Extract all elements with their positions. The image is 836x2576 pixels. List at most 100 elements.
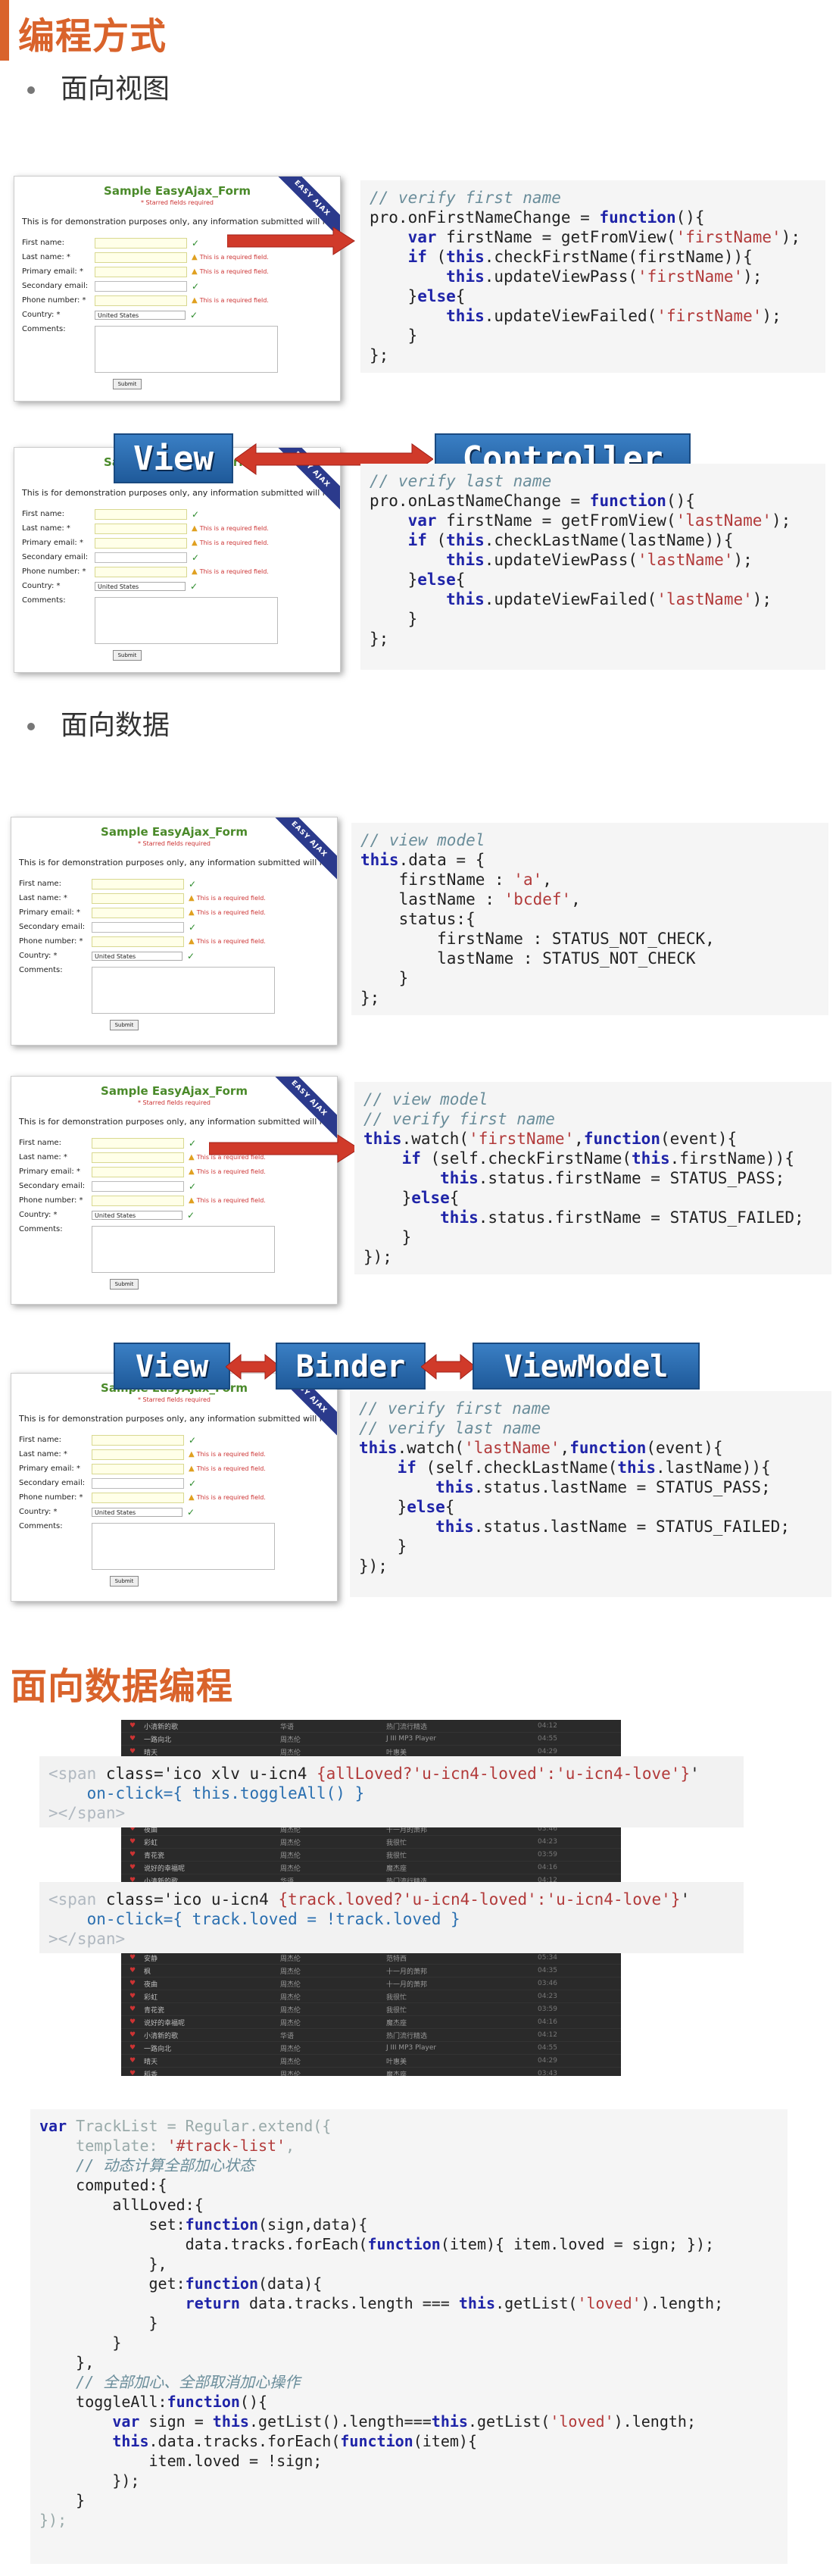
snippet-line: <span class='ico xlv u-icn4 {allLoved?'u… — [48, 1765, 700, 1783]
secondary-email-input[interactable] — [95, 280, 187, 292]
warning-icon: ▲ — [192, 296, 198, 305]
phone-input[interactable] — [92, 1195, 184, 1206]
table-row[interactable]: ♥安静 周杰伦 范特西 05:34 — [121, 1952, 621, 1965]
code-line: this.updateViewPass('lastName'); — [446, 551, 753, 569]
table-row[interactable]: ♥小清新的歌 华语 热门流行精选 04:12 — [121, 1720, 621, 1733]
form-row: Secondary email: ✓ — [19, 1477, 197, 1489]
secondary-email-input[interactable] — [92, 921, 184, 933]
last-name-input[interactable] — [92, 1152, 184, 1163]
primary-email-input[interactable] — [95, 537, 187, 549]
view-label-2: View — [114, 1343, 230, 1390]
first-name-input[interactable] — [92, 1434, 184, 1446]
cell: 03:43 — [538, 2070, 557, 2076]
form-row: Last name: * ▲ This is a required field. — [19, 1449, 266, 1460]
table-row[interactable]: ♥ 彩虹 周杰伦 我很忙 04:23 — [121, 1990, 621, 2003]
heart-icon[interactable]: ♥ — [121, 1838, 144, 1846]
heart-icon[interactable]: ♥ — [121, 1967, 144, 1974]
table-row[interactable]: ♥ 说好的幸福呢 周杰伦 魔杰座 04:16 — [121, 1862, 621, 1874]
last-name-input[interactable] — [92, 893, 184, 904]
code-line: }; — [360, 989, 380, 1007]
code-line: }else{ — [363, 1189, 460, 1207]
primary-email-input[interactable] — [92, 907, 184, 918]
submit-button[interactable]: Submit — [110, 1279, 139, 1290]
submit-button[interactable]: Submit — [110, 1020, 139, 1030]
phone-input[interactable] — [92, 936, 184, 947]
code-line: }, — [39, 2353, 95, 2371]
comments-textarea[interactable] — [95, 326, 278, 373]
last-name-input[interactable] — [95, 252, 187, 263]
table-row[interactable]: ♥晴天 周杰伦 叶惠美 04:29 — [121, 2055, 621, 2068]
secondary-email-input[interactable] — [95, 552, 187, 563]
table-row[interactable]: ♥小清新的歌 华语 热门流行精选 04:12 — [121, 2029, 621, 2042]
submit-button[interactable]: Submit — [113, 650, 142, 661]
last-name-input[interactable] — [92, 1449, 184, 1460]
country-select[interactable]: United States — [92, 1507, 182, 1517]
secondary-email-input[interactable] — [92, 1477, 184, 1489]
heart-icon[interactable]: ♥ — [121, 2018, 144, 2026]
cell: 我很忙 — [386, 1993, 407, 2002]
primary-email-input[interactable] — [92, 1166, 184, 1177]
country-select[interactable]: United States — [95, 310, 186, 320]
form-note: This is for demonstration purposes only,… — [19, 1117, 337, 1127]
table-row[interactable]: ♥ 青花瓷 周杰伦 我很忙 03:59 — [121, 1849, 621, 1862]
table-row[interactable]: ♥ 彩虹 周杰伦 我很忙 04:23 — [121, 1836, 621, 1849]
table-row[interactable]: ♥一路向北 周杰伦 J III MP3 Player 04:55 — [121, 1733, 621, 1746]
cell: J III MP3 Player — [386, 2044, 437, 2052]
warning-icon: ▲ — [189, 937, 195, 946]
country-select[interactable]: United States — [92, 951, 182, 961]
cell: 我很忙 — [386, 1852, 407, 1860]
heart-icon[interactable]: ♥ — [121, 1954, 144, 1962]
submit-button[interactable]: Submit — [110, 1576, 139, 1587]
country-select[interactable]: United States — [92, 1210, 182, 1220]
phone-input[interactable] — [95, 566, 187, 577]
first-name-input[interactable] — [95, 508, 187, 520]
table-row[interactable]: ♥ 夜曲 周杰伦 十一月的萧邦 03:46 — [121, 1977, 621, 1990]
heart-icon[interactable]: ♥ — [121, 1864, 144, 1871]
heart-icon[interactable]: ♥ — [121, 2070, 144, 2076]
last-name-input[interactable] — [95, 523, 187, 534]
heart-icon[interactable]: ♥ — [121, 2005, 144, 2013]
table-row[interactable]: ♥ 说好的幸福呢 周杰伦 魔杰座 04:16 — [121, 2016, 621, 2029]
title-accent-bar — [0, 0, 9, 61]
comments-textarea[interactable] — [92, 967, 275, 1014]
comments-textarea[interactable] — [92, 1523, 275, 1570]
form-row: Country: * United States ✓ — [22, 309, 198, 320]
heart-icon[interactable]: ♥ — [121, 2044, 144, 2052]
code-block-tracklist: var TrackList = Regular.extend({ templat… — [30, 2109, 788, 2564]
warning-icon: ▲ — [192, 567, 198, 576]
submit-button[interactable]: Submit — [113, 379, 142, 389]
heart-icon[interactable]: ♥ — [121, 2057, 144, 2065]
heart-icon[interactable]: ♥ — [121, 1722, 144, 1730]
first-name-input[interactable] — [92, 1137, 184, 1149]
table-row[interactable]: ♥稻香 周杰伦 魔杰座 03:43 — [121, 2068, 621, 2076]
heart-icon[interactable]: ♥ — [121, 1993, 144, 2000]
form-row: Secondary email: ✓ — [22, 552, 200, 563]
primary-email-input[interactable] — [95, 266, 187, 277]
heart-icon[interactable]: ♥ — [121, 1851, 144, 1859]
phone-input[interactable] — [92, 1492, 184, 1503]
comments-textarea[interactable] — [92, 1226, 275, 1273]
secondary-email-input[interactable] — [92, 1180, 184, 1192]
heart-icon[interactable]: ♥ — [121, 2031, 144, 2039]
table-row[interactable]: ♥ 青花瓷 周杰伦 我很忙 03:59 — [121, 2003, 621, 2016]
primary-email-input[interactable] — [92, 1463, 184, 1474]
cell: 一路向北 — [144, 2045, 172, 2053]
heart-icon[interactable]: ♥ — [121, 1735, 144, 1743]
code-line: // 动态计算全部加心状态 — [76, 2156, 255, 2174]
code-line: }else{ — [370, 571, 466, 589]
check-icon: ✓ — [190, 580, 198, 592]
code-line: if (self.checkFirstName(this.firstName))… — [401, 1149, 794, 1168]
table-row[interactable]: ♥枫 周杰伦 十一月的萧邦 04:35 — [121, 1965, 621, 1977]
first-name-input[interactable] — [95, 237, 187, 249]
heart-icon[interactable]: ♥ — [121, 1748, 144, 1755]
phone-input[interactable] — [95, 295, 187, 306]
heart-icon[interactable]: ♥ — [121, 1980, 144, 1987]
country-select[interactable]: United States — [95, 581, 186, 591]
table-row[interactable]: ♥一路向北 周杰伦 J III MP3 Player 04:55 — [121, 2042, 621, 2055]
cell: 说好的幸福呢 — [144, 1865, 186, 1873]
cell: 枫 — [144, 1968, 151, 1976]
check-icon: ✓ — [189, 1434, 197, 1446]
first-name-input[interactable] — [92, 878, 184, 889]
comments-textarea[interactable] — [95, 597, 278, 644]
form-note: This is for demonstration purposes only,… — [22, 488, 340, 498]
